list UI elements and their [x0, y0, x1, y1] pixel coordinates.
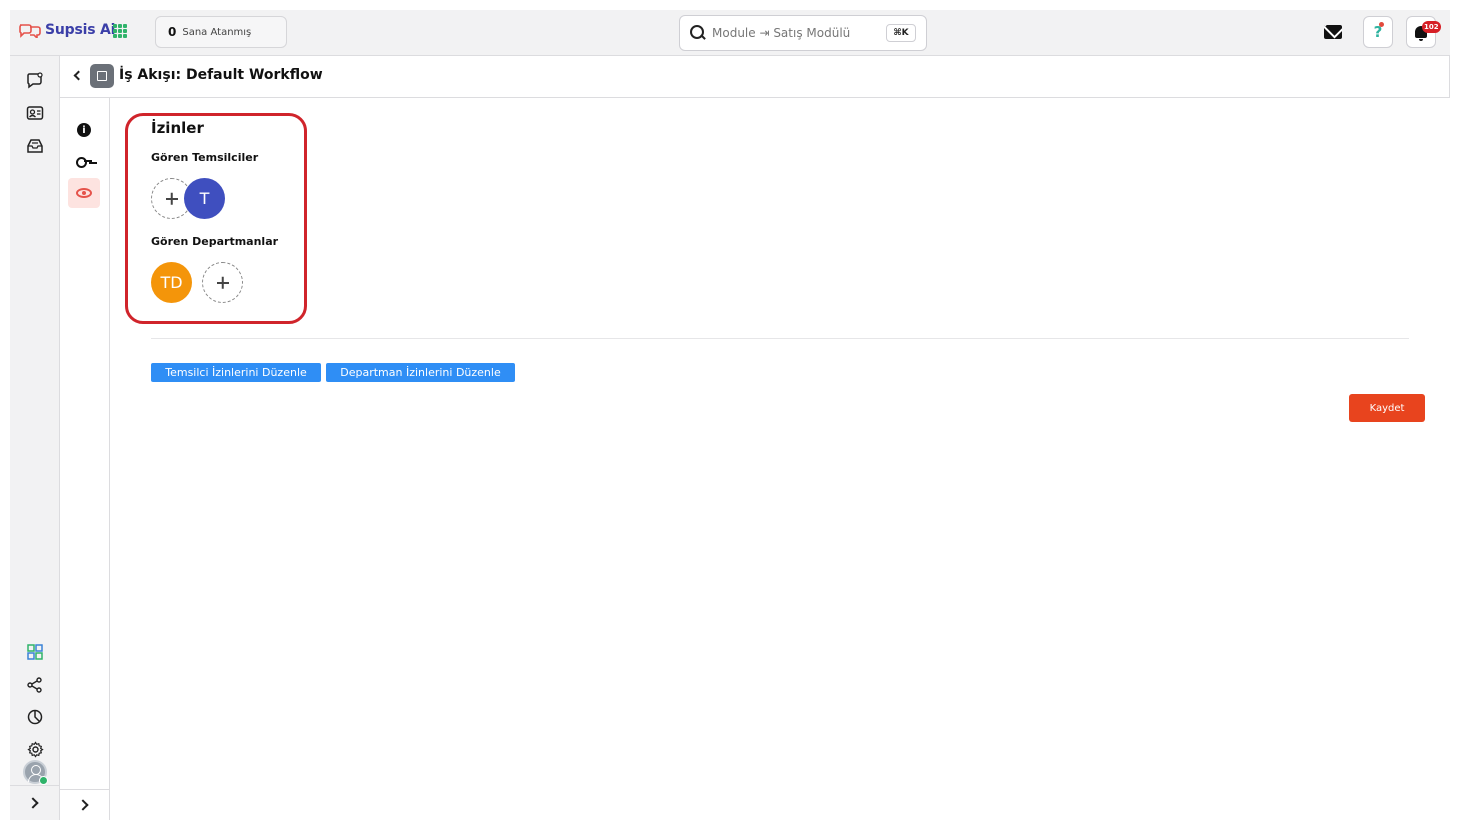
inbox-icon[interactable] — [25, 136, 45, 156]
subnav-expand-chevron-icon[interactable] — [77, 799, 89, 811]
rep-avatar[interactable]: T — [184, 178, 225, 219]
tab-info[interactable]: i — [68, 115, 100, 145]
search-shortcut-badge: ⌘K — [886, 24, 916, 42]
help-indicator-dot — [1379, 22, 1384, 27]
app-logo[interactable]: Supsis Ai — [18, 22, 115, 38]
main-content: İzinler Gören Temsilciler T Gören Depart… — [110, 98, 1450, 820]
chat-icon[interactable] — [25, 70, 45, 90]
edit-dept-permissions-button[interactable]: Departman İzinlerini Düzenle — [326, 363, 515, 382]
page-title: İş Akışı: Default Workflow — [119, 67, 323, 83]
workflow-icon — [90, 64, 114, 88]
search-icon — [690, 25, 706, 41]
key-icon — [76, 156, 92, 168]
reports-pie-icon[interactable] — [25, 707, 45, 727]
assigned-count: 0 — [168, 25, 177, 39]
back-chevron-icon[interactable] — [73, 70, 84, 81]
save-button[interactable]: Kaydet — [1349, 394, 1425, 422]
online-status-dot — [39, 776, 48, 785]
page-header: İş Akışı: Default Workflow — [60, 56, 1450, 98]
divider — [151, 338, 1409, 339]
subnav-expand-area — [60, 789, 110, 820]
rail-expand-area — [10, 785, 60, 820]
help-button[interactable]: ? — [1363, 16, 1393, 48]
tab-keys[interactable] — [68, 146, 100, 176]
permissions-title: İzinler — [151, 119, 204, 137]
dashboard-grid-icon[interactable] — [25, 642, 45, 662]
expand-chevron-icon[interactable] — [27, 797, 39, 809]
add-dept-button[interactable] — [202, 262, 243, 303]
notifications-button[interactable]: 102 — [1406, 16, 1441, 48]
search-placeholder: Module ⇥ Satış Modülü — [712, 26, 851, 40]
assigned-to-me-button[interactable]: 0 Sana Atanmış — [155, 16, 287, 48]
contacts-icon[interactable] — [25, 103, 45, 123]
assigned-label: Sana Atanmış — [182, 26, 252, 38]
settings-gear-icon[interactable] — [25, 739, 45, 759]
edit-rep-permissions-button[interactable]: Temsilci İzinlerini Düzenle — [151, 363, 321, 382]
share-icon[interactable] — [25, 675, 45, 695]
app-window: Supsis Ai 0 Sana Atanmış Module ⇥ Satış … — [10, 10, 1450, 820]
left-rail — [10, 56, 60, 820]
viewing-reps-label: Gören Temsilciler — [151, 151, 259, 164]
mail-icon[interactable] — [1324, 25, 1342, 39]
info-icon: i — [77, 123, 91, 137]
section-nav: i — [60, 98, 110, 820]
search-input[interactable]: Module ⇥ Satış Modülü ⌘K — [679, 15, 927, 51]
viewing-depts-label: Gören Departmanlar — [151, 235, 279, 248]
eye-icon — [76, 188, 92, 198]
notification-badge: 102 — [1422, 21, 1441, 33]
top-bar: Supsis Ai 0 Sana Atanmış Module ⇥ Satış … — [10, 10, 1450, 56]
logo-icon — [19, 24, 41, 38]
dept-avatar[interactable]: TD — [151, 262, 192, 303]
app-name: Supsis Ai — [45, 22, 116, 38]
tab-permissions[interactable] — [68, 178, 100, 208]
apps-grid-icon[interactable] — [113, 24, 127, 38]
